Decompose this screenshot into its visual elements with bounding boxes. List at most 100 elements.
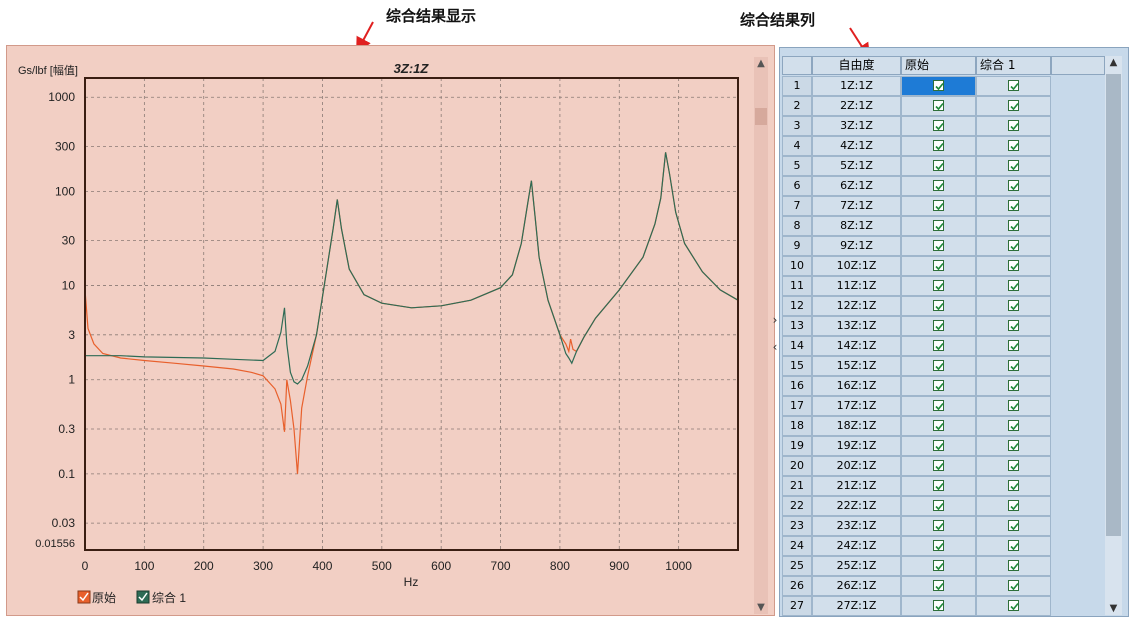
checkbox-checked-icon[interactable] — [1008, 560, 1019, 571]
checkbox-checked-icon[interactable] — [933, 220, 944, 231]
row-dof[interactable]: 22Z:1Z — [812, 496, 901, 516]
original-checkbox-cell[interactable] — [901, 456, 976, 476]
row-dof[interactable]: 4Z:1Z — [812, 136, 901, 156]
row-dof[interactable]: 20Z:1Z — [812, 456, 901, 476]
checkbox-checked-icon[interactable] — [1008, 480, 1019, 491]
checkbox-checked-icon[interactable] — [933, 80, 944, 91]
row-dof[interactable]: 19Z:1Z — [812, 436, 901, 456]
checkbox-checked-icon[interactable] — [933, 600, 944, 611]
checkbox-checked-icon[interactable] — [933, 480, 944, 491]
checkbox-checked-icon[interactable] — [933, 440, 944, 451]
scroll-down-icon[interactable]: ▼ — [754, 602, 768, 613]
synth-checkbox-cell[interactable] — [976, 176, 1051, 196]
synth-checkbox-cell[interactable] — [976, 276, 1051, 296]
checkbox-checked-icon[interactable] — [1008, 320, 1019, 331]
synth-checkbox-cell[interactable] — [976, 256, 1051, 276]
synth-checkbox-cell[interactable] — [976, 336, 1051, 356]
checkbox-checked-icon[interactable] — [933, 360, 944, 371]
checkbox-checked-icon[interactable] — [933, 560, 944, 571]
checkbox-checked-icon[interactable] — [1008, 360, 1019, 371]
checkbox-checked-icon[interactable] — [933, 460, 944, 471]
plot-scroll-thumb[interactable] — [755, 108, 767, 125]
original-checkbox-cell[interactable] — [901, 436, 976, 456]
original-checkbox-cell[interactable] — [901, 576, 976, 596]
row-dof[interactable]: 16Z:1Z — [812, 376, 901, 396]
checkbox-checked-icon[interactable] — [1008, 140, 1019, 151]
original-checkbox-cell[interactable] — [901, 96, 976, 116]
checkbox-checked-icon[interactable] — [933, 100, 944, 111]
header-original[interactable]: 原始 — [901, 56, 976, 75]
scroll-up-icon[interactable]: ▲ — [1105, 57, 1122, 68]
checkbox-checked-icon[interactable] — [1008, 280, 1019, 291]
synth-checkbox-cell[interactable] — [976, 216, 1051, 236]
legend-item-synth[interactable]: 综合 1 — [136, 590, 186, 605]
synth-checkbox-cell[interactable] — [976, 136, 1051, 156]
checkbox-checked-icon[interactable] — [1008, 300, 1019, 311]
row-dof[interactable]: 7Z:1Z — [812, 196, 901, 216]
original-checkbox-cell[interactable] — [901, 536, 976, 556]
checkbox-checked-icon[interactable] — [933, 200, 944, 211]
synth-checkbox-cell[interactable] — [976, 476, 1051, 496]
checkbox-checked-icon[interactable] — [1008, 260, 1019, 271]
synth-checkbox-cell[interactable] — [976, 496, 1051, 516]
table-scroll-thumb[interactable] — [1106, 74, 1121, 536]
original-checkbox-cell[interactable] — [901, 336, 976, 356]
row-dof[interactable]: 12Z:1Z — [812, 296, 901, 316]
synth-checkbox-cell[interactable] — [976, 536, 1051, 556]
synth-checkbox-cell[interactable] — [976, 416, 1051, 436]
original-checkbox-cell[interactable] — [901, 376, 976, 396]
plot-scrollbar[interactable]: ▲ ▼ — [754, 57, 768, 614]
checkbox-checked-icon[interactable] — [1008, 220, 1019, 231]
synth-checkbox-cell[interactable] — [976, 576, 1051, 596]
row-dof[interactable]: 13Z:1Z — [812, 316, 901, 336]
synth-checkbox-cell[interactable] — [976, 396, 1051, 416]
checkbox-checked-icon[interactable] — [933, 260, 944, 271]
scroll-down-icon[interactable]: ▼ — [1105, 603, 1122, 614]
row-dof[interactable]: 8Z:1Z — [812, 216, 901, 236]
checkbox-checked-icon[interactable] — [1008, 240, 1019, 251]
checkbox-checked-icon[interactable] — [1008, 520, 1019, 531]
synth-checkbox-cell[interactable] — [976, 516, 1051, 536]
checkbox-checked-icon[interactable] — [933, 120, 944, 131]
header-dof[interactable]: 自由度 — [812, 56, 901, 75]
checkbox-checked-icon[interactable] — [1008, 500, 1019, 511]
original-checkbox-cell[interactable] — [901, 416, 976, 436]
checkbox-checked-icon[interactable] — [1008, 580, 1019, 591]
original-checkbox-cell[interactable] — [901, 256, 976, 276]
synth-checkbox-cell[interactable] — [976, 236, 1051, 256]
checkbox-checked-icon[interactable] — [933, 420, 944, 431]
synth-checkbox-cell[interactable] — [976, 316, 1051, 336]
checkbox-checked-icon[interactable] — [1008, 200, 1019, 211]
row-dof[interactable]: 23Z:1Z — [812, 516, 901, 536]
original-checkbox-cell[interactable] — [901, 136, 976, 156]
row-dof[interactable]: 5Z:1Z — [812, 156, 901, 176]
table-scrollbar[interactable]: ▲ ▼ — [1105, 56, 1122, 615]
checkbox-checked-icon[interactable] — [1008, 440, 1019, 451]
original-checkbox-cell[interactable] — [901, 496, 976, 516]
original-checkbox-cell[interactable] — [901, 556, 976, 576]
checkbox-checked-icon[interactable] — [933, 240, 944, 251]
checkbox-checked-icon[interactable] — [933, 340, 944, 351]
checkbox-checked-icon[interactable] — [1008, 540, 1019, 551]
synth-checkbox-cell[interactable] — [976, 196, 1051, 216]
synth-checkbox-cell[interactable] — [976, 596, 1051, 616]
row-dof[interactable]: 10Z:1Z — [812, 256, 901, 276]
checkbox-checked-icon[interactable] — [933, 520, 944, 531]
row-dof[interactable]: 17Z:1Z — [812, 396, 901, 416]
checkbox-checked-icon[interactable] — [933, 160, 944, 171]
synth-checkbox-cell[interactable] — [976, 356, 1051, 376]
header-synth-1[interactable]: 综合 1 — [976, 56, 1051, 75]
original-checkbox-cell[interactable] — [901, 216, 976, 236]
synth-checkbox-cell[interactable] — [976, 156, 1051, 176]
row-dof[interactable]: 25Z:1Z — [812, 556, 901, 576]
row-dof[interactable]: 2Z:1Z — [812, 96, 901, 116]
row-dof[interactable]: 6Z:1Z — [812, 176, 901, 196]
synth-checkbox-cell[interactable] — [976, 436, 1051, 456]
original-checkbox-cell[interactable] — [901, 476, 976, 496]
synth-checkbox-cell[interactable] — [976, 376, 1051, 396]
row-dof[interactable]: 26Z:1Z — [812, 576, 901, 596]
checkbox-checked-icon[interactable] — [933, 140, 944, 151]
checkbox-checked-icon[interactable] — [1008, 340, 1019, 351]
row-dof[interactable]: 21Z:1Z — [812, 476, 901, 496]
checkbox-checked-icon[interactable] — [1008, 160, 1019, 171]
